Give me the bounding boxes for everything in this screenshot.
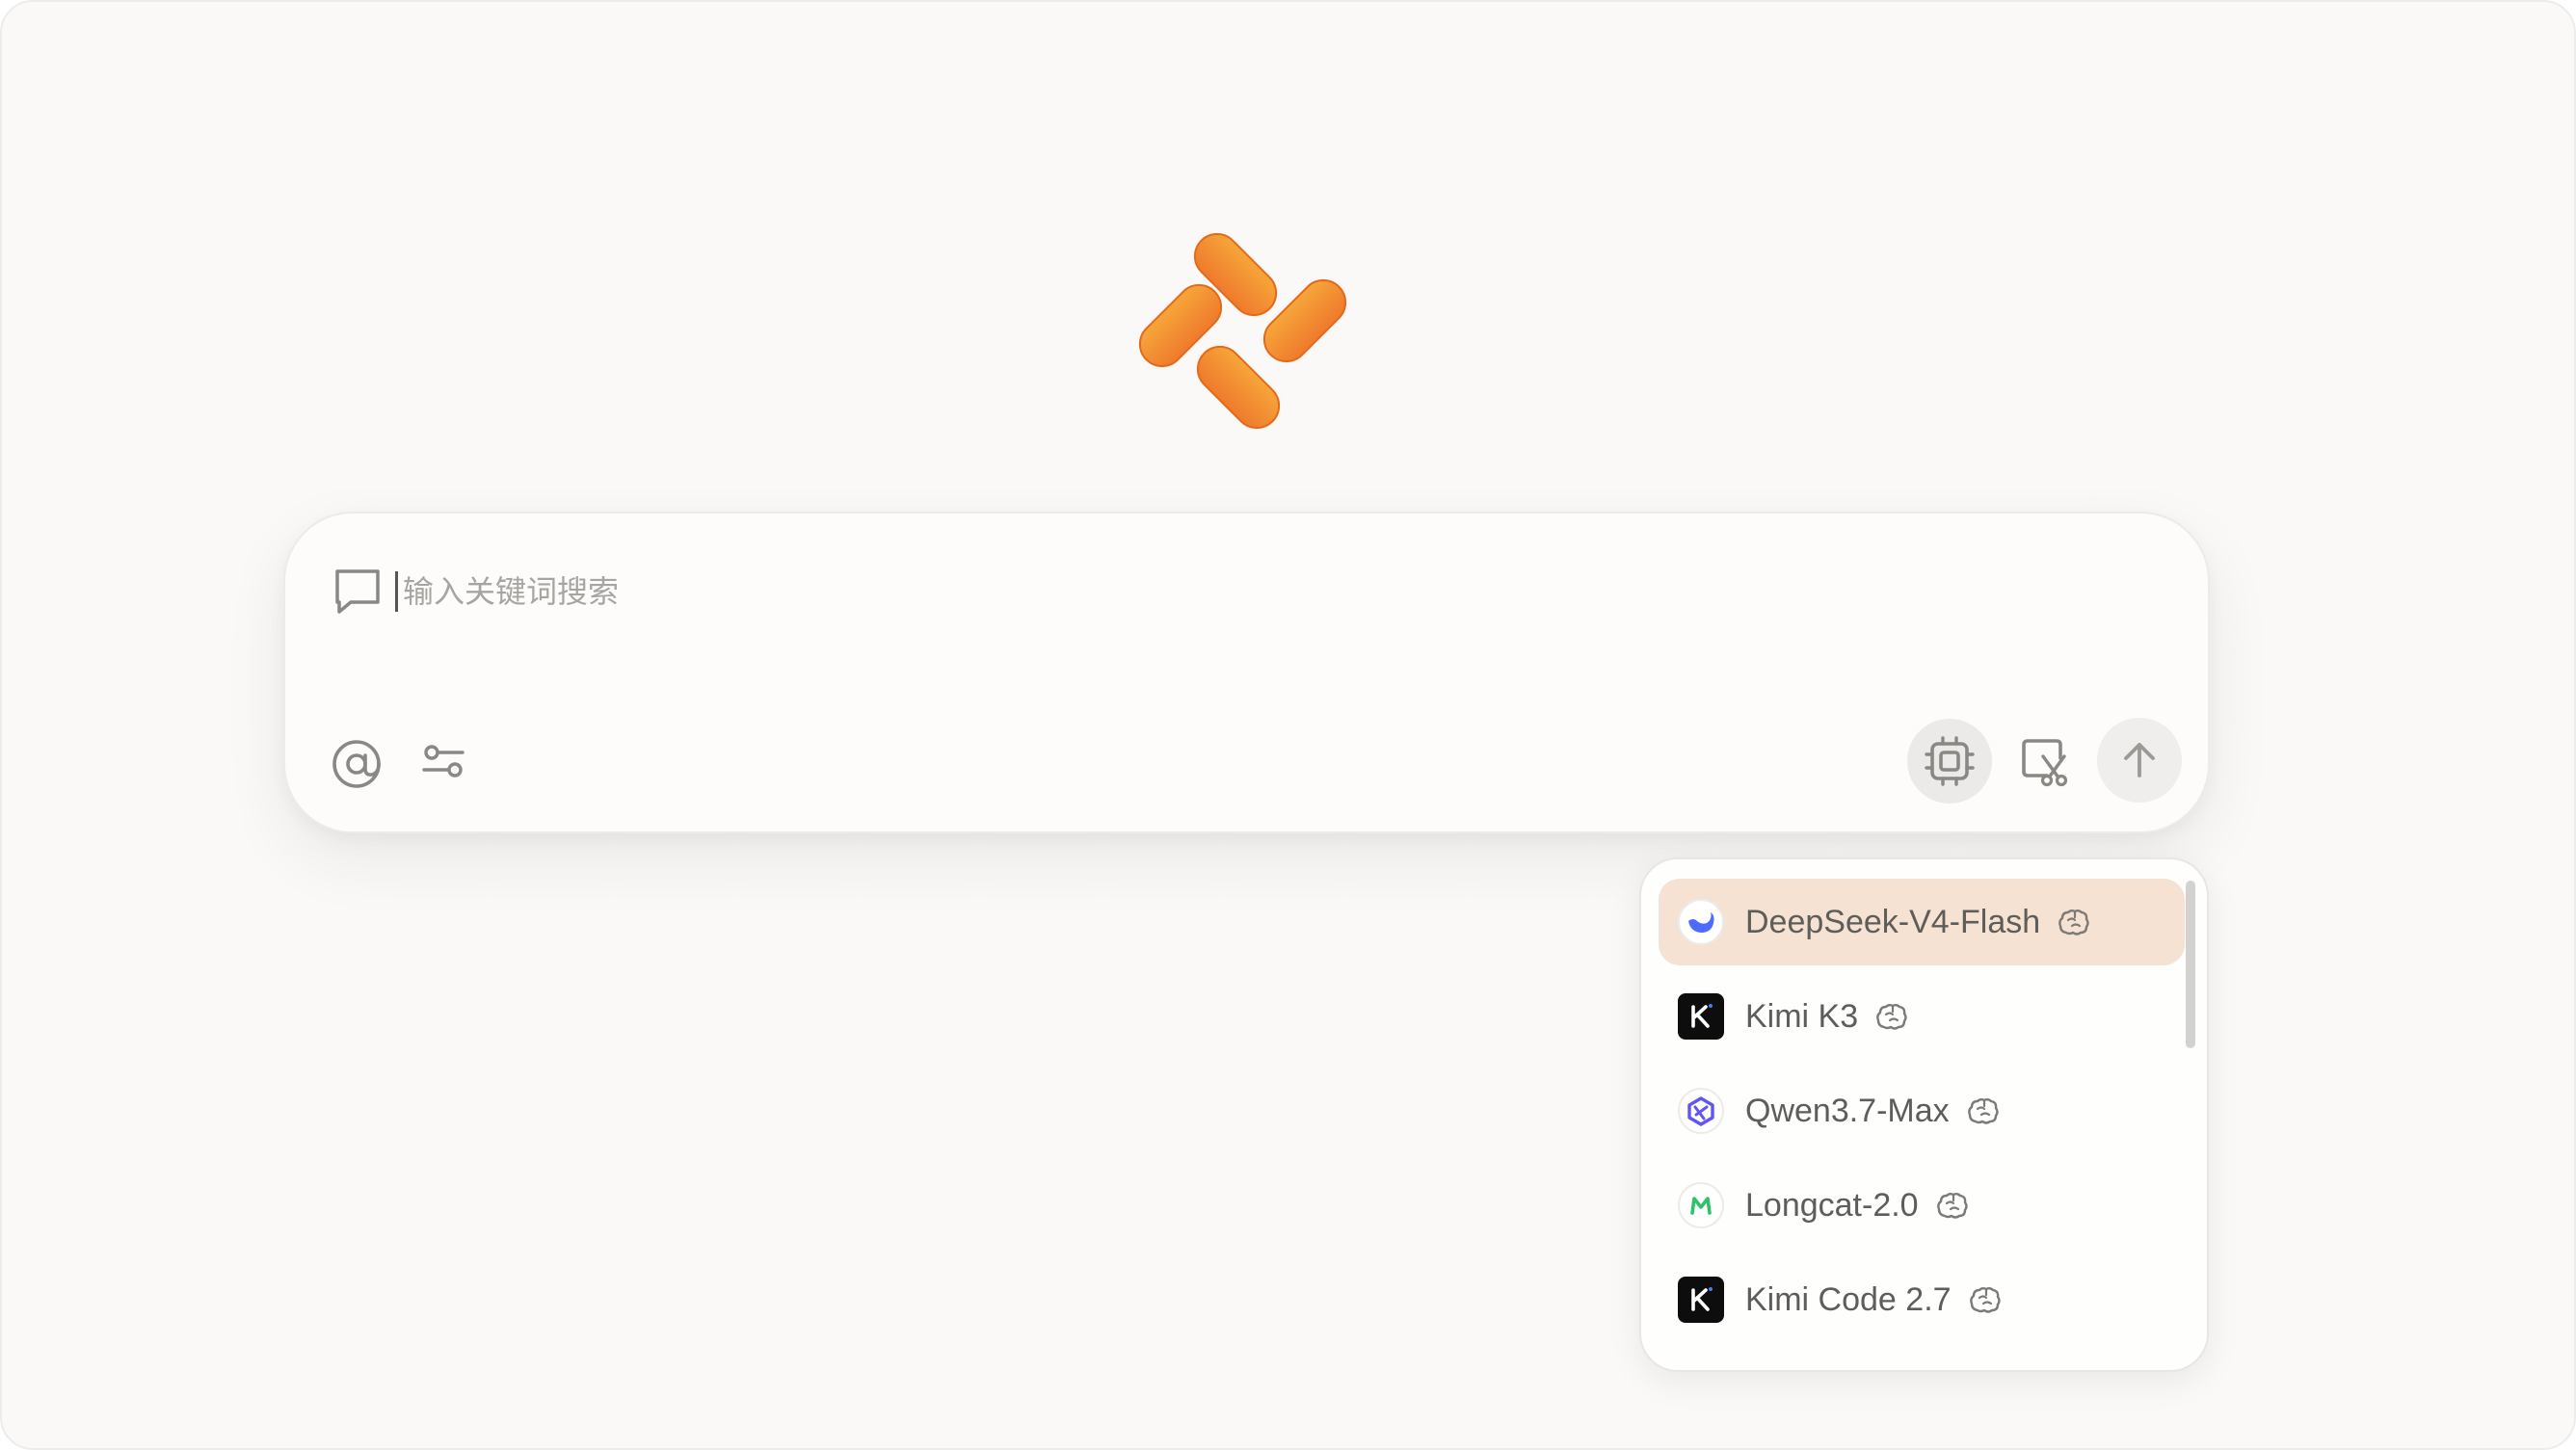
brain-icon [1969,1287,2001,1313]
sliders-icon [422,745,465,778]
longcat-logo-icon [1678,1182,1724,1228]
text-caret [395,571,398,612]
brain-icon [1876,1004,1907,1030]
chip-icon [1925,736,1975,786]
model-item-qwen[interactable]: Qwen3.7-Max [1659,1068,2185,1154]
kimi-logo-icon [1678,1277,1724,1323]
deepseek-logo-icon [1678,899,1724,945]
arrow-up-icon [2124,743,2155,778]
dropdown-scrollbar[interactable] [2186,881,2195,1048]
qwen-logo-icon [1678,1088,1724,1134]
model-item-longcat[interactable]: Longcat-2.0 [1659,1162,2185,1249]
brain-icon [1936,1193,1968,1219]
settings-button[interactable] [412,733,474,795]
kimi-logo-icon [1678,993,1724,1040]
model-item-deepseek[interactable]: DeepSeek-V4-Flash [1659,879,2185,965]
model-name: Kimi K3 [1745,997,1859,1035]
model-name: Qwen3.7-Max [1745,1092,1950,1129]
brain-icon [2058,910,2089,936]
model-item-kimi-k3[interactable]: Kimi K3 [1659,973,2185,1060]
model-name: Kimi Code 2.7 [1745,1280,1952,1318]
send-button[interactable] [2097,718,2182,803]
model-dropdown: DeepSeek-V4-Flash Kimi K3 Qwen3.7-Max Lo… [1639,857,2209,1372]
model-select-button[interactable] [1907,719,1992,804]
chat-bubble-icon [335,569,380,614]
screenshot-cut-icon [2022,739,2068,787]
app-logo [1138,232,1347,430]
mention-button[interactable] [326,733,387,795]
model-name: DeepSeek-V4-Flash [1745,903,2041,940]
search-input[interactable]: 输入关键词搜索 [403,569,619,614]
model-item-kimi-code[interactable]: Kimi Code 2.7 [1659,1256,2185,1343]
brain-icon [1967,1098,1999,1124]
app-window: 输入关键词搜索 DeepSeek-V4-Flash Kimi K3 Qwen3.… [0,0,2576,1450]
at-sign-icon [332,740,381,788]
screenshot-button[interactable] [2006,724,2082,799]
chat-input-card: 输入关键词搜索 [283,512,2210,833]
model-name: Longcat-2.0 [1745,1186,1919,1224]
